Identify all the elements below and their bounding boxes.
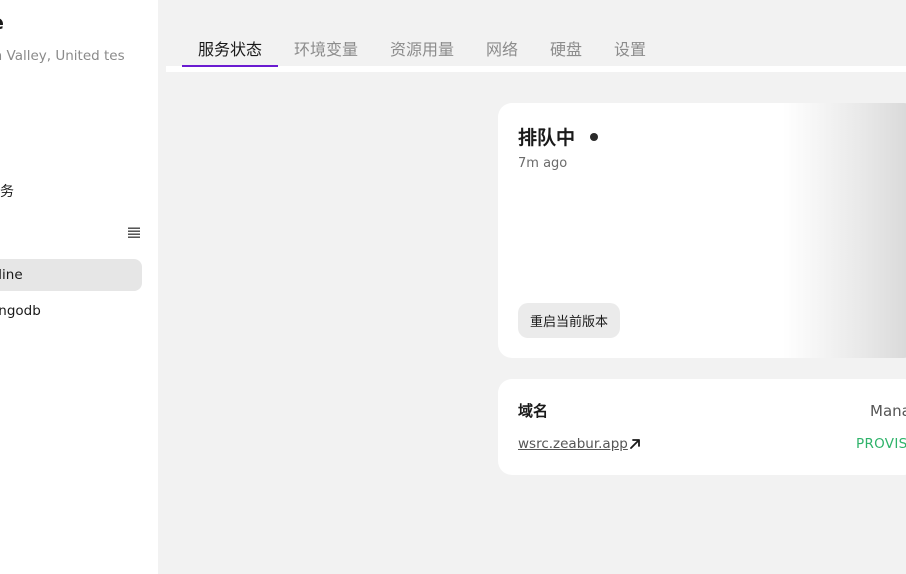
active-tab-indicator <box>182 65 278 67</box>
status-time: 7m ago <box>518 156 568 171</box>
domain-title: 域名 <box>518 402 549 420</box>
sidebar-service-waline[interactable]: aline <box>0 259 142 291</box>
tab-disk[interactable]: 硬盘 <box>550 36 582 60</box>
external-link-icon[interactable] <box>629 438 641 450</box>
domain-link[interactable]: wsrc.zeabur.app <box>518 436 628 452</box>
project-title: e <box>0 12 4 34</box>
sidebar-service-mongodb[interactable]: ongodb <box>0 295 142 327</box>
sidebar-item-create-service[interactable]: 建服务 <box>0 181 14 201</box>
tab-resource-usage[interactable]: 资源用量 <box>390 36 454 60</box>
list-icon[interactable] <box>127 226 141 240</box>
tab-bar: 服务状态 环境变量 资源用量 网络 硬盘 设置 <box>166 24 906 70</box>
status-card-fade <box>783 103 906 358</box>
region-label: con Valley, United tes <box>0 48 125 64</box>
tab-settings[interactable]: 设置 <box>614 36 646 60</box>
status-dot-icon <box>590 133 598 141</box>
service-label: aline <box>0 267 23 283</box>
tab-network[interactable]: 网络 <box>486 36 518 60</box>
sidebar: e con Valley, United tes 置 合 建服务 aline o… <box>0 0 158 574</box>
status-title: 排队中 <box>518 127 576 149</box>
domain-card: 域名 Mana wsrc.zeabur.app PROVIS <box>498 379 906 475</box>
domain-status-badge: PROVIS <box>856 436 906 452</box>
service-label: ongodb <box>0 303 41 319</box>
manage-domain-button[interactable]: Mana <box>870 402 906 420</box>
tab-service-status[interactable]: 服务状态 <box>198 36 262 60</box>
tab-env-vars[interactable]: 环境变量 <box>294 36 358 60</box>
status-card: 排队中 7m ago 重启当前版本 <box>498 103 906 358</box>
restart-button[interactable]: 重启当前版本 <box>518 303 621 338</box>
